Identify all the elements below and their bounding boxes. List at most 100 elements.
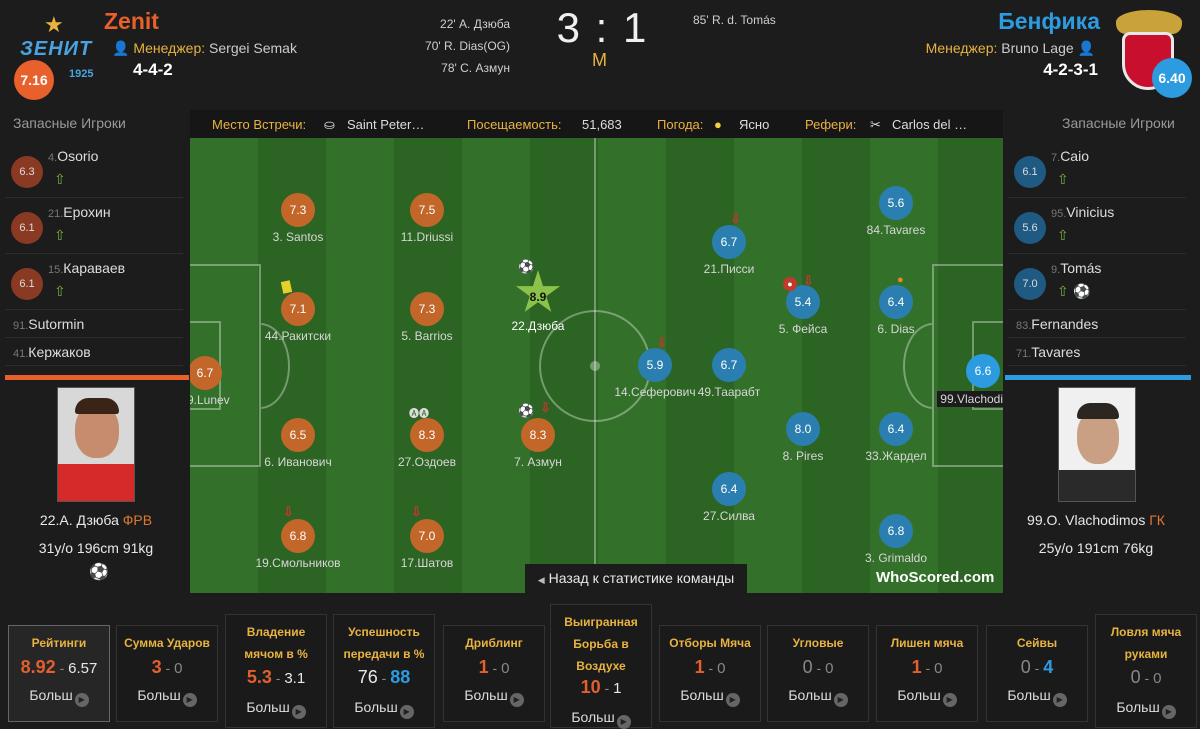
- more-circle-icon: ▶: [399, 705, 414, 719]
- score-separator: :: [595, 4, 610, 51]
- stat-home-value: 8.92: [20, 657, 56, 677]
- home-player-marker[interactable]: 8.3 27.Оздоев: [367, 418, 487, 469]
- away-team-name[interactable]: Бенфика: [900, 8, 1100, 35]
- home-player-marker[interactable]: 6.5 6. Иванович: [238, 418, 358, 469]
- stat-box: Рейтинги 8.92 - 6.57 Больш ▶: [8, 625, 110, 722]
- home-color-bar: [5, 375, 189, 380]
- stat-home-value: 0: [1130, 667, 1141, 687]
- home-player-marker[interactable]: 7.3 3. Santos: [238, 193, 358, 244]
- away-player-rating: 6.4: [879, 412, 913, 446]
- home-sub-name: 15.Караваев: [48, 260, 125, 276]
- home-sub-row[interactable]: 41.Кержаков: [5, 338, 183, 366]
- home-player-rating: 7.3: [281, 193, 315, 227]
- away-sub-row[interactable]: 71.Tavares: [1008, 338, 1186, 366]
- home-formation: 4-4-2: [133, 60, 173, 79]
- stat-separator: -: [1140, 670, 1154, 686]
- home-logo-text: ЗЕНИТ: [20, 38, 93, 60]
- stat-more-button[interactable]: Больш ▶: [551, 709, 651, 729]
- stat-away-value: 1: [613, 680, 622, 697]
- whistle-icon: ✂: [870, 117, 881, 132]
- sub-on-arrow-icon: ⇧: [1057, 171, 1069, 187]
- eagle-icon: [1116, 10, 1182, 34]
- match-info-bar: Место Встречи: ⛀ Saint Peter… Посещаемос…: [190, 110, 1003, 138]
- stat-more-button[interactable]: Больш ▶: [334, 699, 434, 719]
- sub-player-name: Fernandes: [1031, 316, 1099, 332]
- back-arrow-icon: ◀: [537, 575, 545, 585]
- stat-more-label: Больш: [897, 687, 941, 703]
- stat-home-value: 5.3: [246, 667, 272, 687]
- away-player-marker[interactable]: 6.4 27.Силва: [669, 472, 789, 523]
- home-player-name: 27.Оздоев: [398, 455, 456, 469]
- stat-more-button[interactable]: Больш ▶: [117, 687, 217, 707]
- sub-player-name: Sutormin: [28, 316, 85, 332]
- away-sub-row[interactable]: 5.6 ⇧ 95.Vinicius: [1008, 198, 1186, 254]
- away-player-rating: 6.4: [879, 285, 913, 319]
- stat-more-button[interactable]: Больш ▶: [1096, 699, 1196, 719]
- home-logo[interactable]: ★ ЗЕНИТ 1925 7.16: [14, 12, 104, 100]
- home-sub-row[interactable]: 91.Sutormin: [5, 310, 183, 338]
- home-player-rating: 7.0: [410, 519, 444, 553]
- stat-home-value: 10: [580, 677, 601, 697]
- stat-away-value: 88: [390, 667, 411, 687]
- stat-more-button[interactable]: Больш ▶: [660, 687, 760, 707]
- stat-separator: -: [704, 660, 718, 676]
- home-sub-row[interactable]: 6.1 ⇧ 21.Ерохин: [5, 198, 183, 254]
- home-player-marker[interactable]: 7.1 44.Ракитски: [238, 292, 358, 343]
- stat-separator: -: [1030, 660, 1044, 676]
- assist-icon: 🅐🅐: [409, 409, 429, 420]
- back-to-team-stats-link[interactable]: ◀ Назад к статистике команды: [525, 564, 747, 593]
- photo-shirt: [58, 464, 134, 501]
- home-player-marker[interactable]: 8.9 22.Дзюба: [478, 270, 598, 333]
- away-sub-rating: 6.1: [1014, 156, 1046, 188]
- away-player-marker[interactable]: 6.4 33.Жардел: [836, 412, 956, 463]
- stat-more-button[interactable]: Больш ▶: [226, 699, 326, 719]
- stat-values: 1 - 0: [444, 657, 544, 678]
- stat-more-button[interactable]: Больш ▶: [987, 687, 1087, 707]
- home-player-rating: 8.3: [410, 418, 444, 452]
- home-player-marker[interactable]: 6.7 99.Lunev: [190, 356, 265, 407]
- away-logo[interactable]: 6.40: [1108, 10, 1193, 100]
- home-sub-rating: 6.3: [11, 156, 43, 188]
- stat-more-button[interactable]: Больш ▶: [877, 687, 977, 707]
- home-player-marker[interactable]: 7.0 17.Шатов: [367, 519, 487, 570]
- home-player-marker[interactable]: 7.5 11.Driussi: [367, 193, 487, 244]
- home-player-marker[interactable]: 6.8 19.Смольников: [238, 519, 358, 570]
- home-player-name: 44.Ракитски: [264, 329, 332, 343]
- stat-away-value: 0: [501, 660, 510, 677]
- home-player-name[interactable]: 22.А. Дзюба: [40, 512, 119, 528]
- sub-number: 15.: [48, 264, 64, 276]
- home-sub-row[interactable]: 6.1 ⇧ 15.Караваев: [5, 254, 183, 310]
- home-sub-name: 91.Sutormin: [13, 316, 84, 332]
- away-player-marker[interactable]: 6.7 21.Писси: [669, 225, 789, 276]
- stat-more-label: Больш: [29, 687, 73, 703]
- stat-home-value: 1: [911, 657, 922, 677]
- home-player-marker[interactable]: 8.3 7. Азмун: [478, 418, 598, 469]
- stat-more-button[interactable]: Больш ▶: [768, 687, 868, 707]
- away-player-name[interactable]: 99.O. Vlachodimos: [1027, 512, 1145, 528]
- home-player-details: 31y/o 196cm 91kg: [38, 540, 154, 556]
- away-player-marker[interactable]: 6.7 49.Таарабт: [669, 348, 789, 399]
- manager-icon: 👤: [1077, 40, 1095, 56]
- away-sub-row[interactable]: 83.Fernandes: [1008, 310, 1186, 338]
- stat-values: 76 - 88: [334, 667, 434, 688]
- away-manager: Менеджер: Bruno Lage 👤: [880, 40, 1095, 57]
- away-player-marker[interactable]: 6.4 6. Dias: [836, 285, 956, 336]
- away-sub-row[interactable]: 7.0 ⇧ ⚽ 9.Tomás: [1008, 254, 1186, 310]
- away-player-marker[interactable]: 6.8 3. Grimaldo: [836, 514, 956, 565]
- home-sub-row[interactable]: 6.3 ⇧ 4.Osorio: [5, 142, 183, 198]
- stat-title: Дриблинг: [465, 636, 523, 650]
- away-player-marker[interactable]: 5.6 84.Tavares: [836, 186, 956, 237]
- stat-more-button[interactable]: Больш ▶: [9, 687, 109, 707]
- stat-values: 10 - 1: [551, 677, 651, 698]
- stat-title: Лишен мяча: [890, 636, 964, 650]
- away-player-marker[interactable]: 6.6 99.Vlachodimos: [923, 354, 1003, 408]
- goal-ball-icon: ⚽: [518, 259, 535, 274]
- stat-more-button[interactable]: Больш ▶: [444, 687, 544, 707]
- stat-box: Сейвы 0 - 4 Больш ▶: [986, 625, 1088, 722]
- home-player-marker[interactable]: 7.3 5. Barrios: [367, 292, 487, 343]
- home-team-name[interactable]: Zenit: [104, 8, 159, 35]
- away-sub-rating: 7.0: [1014, 268, 1046, 300]
- stat-home-value: 1: [694, 657, 705, 677]
- away-sub-row[interactable]: 6.1 ⇧ 7.Caio: [1008, 142, 1186, 198]
- more-circle-icon: ▶: [725, 693, 740, 707]
